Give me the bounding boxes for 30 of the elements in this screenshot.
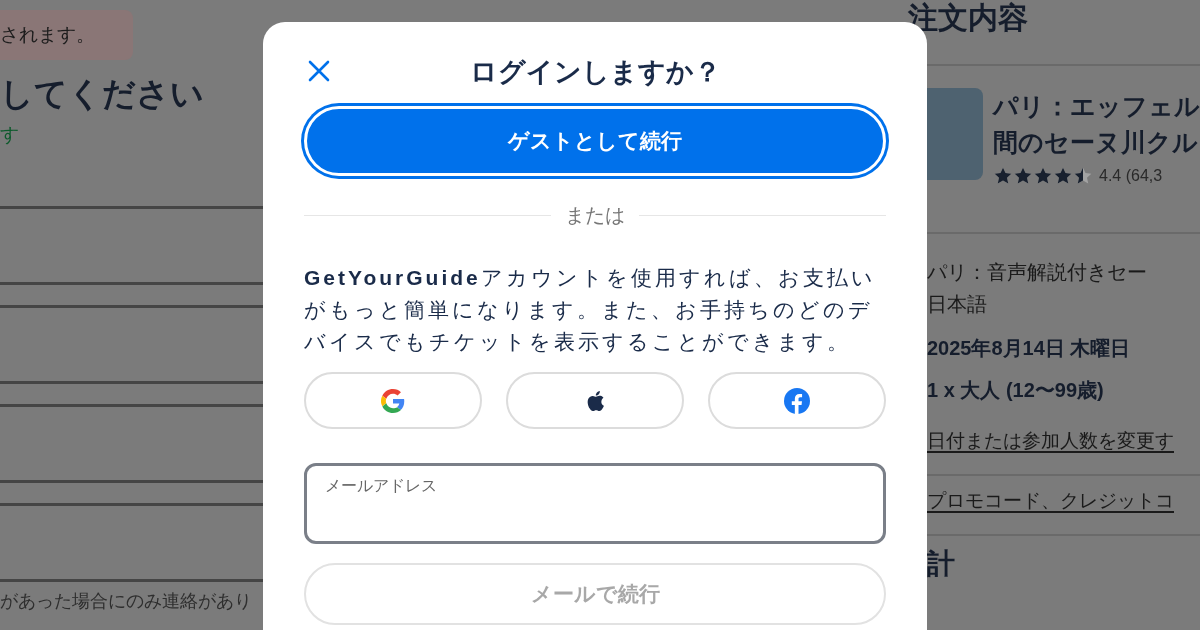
option-text: パリ：音声解説付きセー bbox=[927, 260, 1148, 285]
email-input-field[interactable]: メールアドレス bbox=[304, 463, 886, 544]
facebook-logo-icon bbox=[784, 387, 810, 414]
participants-text: 1 x 大人 (12〜99歳) bbox=[927, 378, 1105, 403]
rating-text: 4.4 (64,3 bbox=[1099, 166, 1163, 186]
total-heading: 計 bbox=[927, 547, 956, 581]
notice-text: されます。 bbox=[0, 22, 95, 47]
social-login-button[interactable] bbox=[708, 372, 886, 429]
date-text: 2025年8月14日 木曜日 bbox=[927, 336, 1132, 361]
note-text: す bbox=[0, 123, 20, 147]
product-title: パリ：エッフェル bbox=[993, 91, 1200, 122]
social-login-button[interactable] bbox=[506, 372, 684, 429]
language-text: 日本語 bbox=[927, 292, 988, 317]
star-icon bbox=[993, 166, 1013, 186]
star-icon bbox=[1033, 166, 1053, 186]
apple-logo-icon bbox=[585, 389, 605, 412]
social-login-button[interactable] bbox=[304, 372, 482, 429]
star-icon bbox=[1013, 166, 1033, 186]
change-booking-link[interactable]: 日付または参加人数を変更す bbox=[927, 426, 1200, 456]
star-icon bbox=[1053, 166, 1073, 186]
section-heading: してください bbox=[0, 74, 205, 114]
product-title: 間のセーヌ川クル bbox=[993, 127, 1199, 158]
footer-text: があった場合にのみ連絡があり bbox=[0, 590, 253, 613]
dialog-title: ログインしますか？ bbox=[469, 55, 721, 89]
google-logo-icon bbox=[381, 388, 405, 413]
divider-text: または bbox=[565, 203, 625, 228]
promo-code-link[interactable]: プロモコード、クレジットコ bbox=[927, 486, 1200, 516]
star-icon bbox=[1073, 166, 1093, 186]
close-icon bbox=[308, 60, 330, 82]
guest-continue-button[interactable]: ゲストとして続行 bbox=[304, 106, 886, 176]
